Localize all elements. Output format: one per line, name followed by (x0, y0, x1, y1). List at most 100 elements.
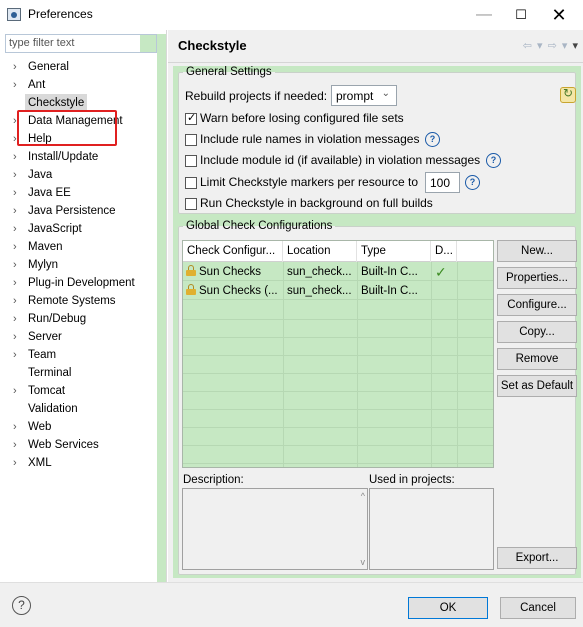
forward-menu-chevron-icon[interactable]: ▾ (562, 40, 569, 52)
scroll-up-icon[interactable]: ^ (361, 491, 365, 501)
rebuild-select[interactable]: prompt ⌄ (331, 85, 397, 106)
configure-button[interactable]: Configure... (497, 294, 577, 316)
include-rule-names-checkbox[interactable] (185, 134, 197, 146)
tree-item-maven[interactable]: › Maven (0, 238, 156, 256)
tree-item-server[interactable]: › Server (0, 328, 156, 346)
minimize-button[interactable]: — (468, 4, 500, 26)
tree-item-label: Java Persistence (28, 205, 116, 217)
remove-button[interactable]: Remove (497, 348, 577, 370)
limit-markers-label: Limit Checkstyle markers per resource to (200, 175, 419, 189)
cancel-button[interactable]: Cancel (500, 597, 576, 619)
tree-item-general[interactable]: › General (0, 58, 156, 76)
help-icon[interactable]: ? (465, 175, 480, 190)
empty-row-line (183, 409, 493, 410)
used-in-projects-list[interactable] (369, 488, 494, 570)
expand-chevron-icon[interactable]: › (13, 382, 17, 400)
empty-row-line (183, 391, 493, 392)
tree-item-team[interactable]: › Team (0, 346, 156, 364)
tree-item-run-debug[interactable]: › Run/Debug (0, 310, 156, 328)
back-menu-chevron-icon[interactable]: ▾ (537, 40, 544, 52)
tree-item-label: Plug-in Development (28, 277, 135, 289)
clear-filter-icon[interactable] (140, 35, 156, 52)
include-module-id-checkbox[interactable] (185, 155, 197, 167)
expand-chevron-icon[interactable]: › (13, 220, 17, 238)
tree-item-label: Web Services (28, 439, 99, 451)
description-textarea[interactable]: ^ v (182, 488, 368, 570)
expand-chevron-icon[interactable]: › (13, 58, 17, 76)
new-button[interactable]: New... (497, 240, 577, 262)
column-header-default[interactable]: D... (431, 241, 457, 262)
expand-chevron-icon[interactable]: › (13, 454, 17, 472)
limit-markers-value: 100 (430, 176, 451, 190)
tree-item-xml[interactable]: › XML (0, 454, 156, 472)
preferences-app-icon (7, 8, 21, 21)
help-icon[interactable]: ? (425, 132, 440, 147)
column-header-type[interactable]: Type (357, 241, 431, 262)
expand-chevron-icon[interactable]: › (13, 166, 17, 184)
expand-chevron-icon[interactable]: › (13, 202, 17, 220)
export-button[interactable]: Export... (497, 547, 577, 569)
scroll-down-icon[interactable]: v (361, 557, 366, 567)
run-background-checkbox[interactable] (185, 198, 197, 210)
expand-chevron-icon[interactable]: › (13, 418, 17, 436)
empty-row-line (183, 427, 493, 428)
tree-item-terminal[interactable]: Terminal (0, 364, 156, 382)
ok-button[interactable]: OK (408, 597, 488, 619)
tree-item-mylyn[interactable]: › Mylyn (0, 256, 156, 274)
filter-input[interactable]: type filter text (5, 34, 157, 53)
tree-item-label: XML (28, 457, 52, 469)
tree-item-tomcat[interactable]: › Tomcat (0, 382, 156, 400)
page-content: General Settings Rebuild projects if nee… (173, 66, 581, 578)
expand-chevron-icon[interactable]: › (13, 292, 17, 310)
tree-item-java-ee[interactable]: › Java EE (0, 184, 156, 202)
table-row[interactable]: Sun Checks sun_check... Built-In C... ✓ (183, 263, 493, 281)
expand-chevron-icon[interactable]: › (13, 238, 17, 256)
tree-item-web[interactable]: › Web (0, 418, 156, 436)
tree-item-validation[interactable]: Validation (0, 400, 156, 418)
forward-arrow-icon[interactable]: ⇨ (548, 40, 558, 52)
title-bar: Preferences — ☐ ✕ (0, 0, 583, 30)
tree-item-web-services[interactable]: › Web Services (0, 436, 156, 454)
back-arrow-icon[interactable]: ⇦ (523, 40, 533, 52)
column-header-location[interactable]: Location (283, 241, 357, 262)
warn-checkbox[interactable] (185, 111, 197, 125)
limit-markers-input[interactable]: 100 (425, 172, 460, 193)
close-button[interactable]: ✕ (543, 4, 575, 26)
expand-chevron-icon[interactable]: › (13, 76, 17, 94)
tree-item-java[interactable]: › Java (0, 166, 156, 184)
tree-item-install-update[interactable]: › Install/Update (0, 148, 156, 166)
tree-item-remote-systems[interactable]: › Remote Systems (0, 292, 156, 310)
tree-item-javascript[interactable]: › JavaScript (0, 220, 156, 238)
filter-placeholder: type filter text (9, 37, 75, 49)
tree-item-java-persistence[interactable]: › Java Persistence (0, 202, 156, 220)
expand-chevron-icon[interactable]: › (13, 346, 17, 364)
view-menu-chevron-icon[interactable]: ▾ (572, 40, 579, 52)
column-header-check-configuration[interactable]: Check Configur... (183, 241, 283, 262)
tree-item-ant[interactable]: › Ant (0, 76, 156, 94)
expand-chevron-icon[interactable]: › (13, 436, 17, 454)
config-type-cell: Built-In C... (361, 285, 418, 297)
expand-chevron-icon[interactable]: › (13, 310, 17, 328)
tree-item-label: JavaScript (28, 223, 82, 235)
set-as-default-button[interactable]: Set as Default (497, 375, 577, 397)
expand-chevron-icon[interactable]: › (13, 148, 17, 166)
tree-item-plug-in-development[interactable]: › Plug-in Development (0, 274, 156, 292)
default-check-icon: ✓ (435, 264, 447, 280)
properties-button[interactable]: Properties... (497, 267, 577, 289)
maximize-button[interactable]: ☐ (505, 4, 537, 26)
copy-button[interactable]: Copy... (497, 321, 577, 343)
refresh-icon[interactable] (560, 86, 576, 103)
table-row[interactable]: Sun Checks (... sun_check... Built-In C.… (183, 282, 493, 300)
help-icon[interactable]: ? (486, 153, 501, 168)
expand-chevron-icon[interactable]: › (13, 184, 17, 202)
limit-markers-checkbox[interactable] (185, 177, 197, 189)
empty-row-line (183, 373, 493, 374)
check-configurations-table[interactable]: Check Configur... Location Type D... Sun… (182, 240, 494, 468)
tree-item-label: Ant (28, 79, 46, 91)
expand-chevron-icon[interactable]: › (13, 274, 17, 292)
highlight-annotation-box (17, 110, 117, 146)
help-icon[interactable]: ? (12, 596, 31, 615)
global-check-configurations-legend: Global Check Configurations (186, 220, 333, 232)
expand-chevron-icon[interactable]: › (13, 328, 17, 346)
expand-chevron-icon[interactable]: › (13, 256, 17, 274)
